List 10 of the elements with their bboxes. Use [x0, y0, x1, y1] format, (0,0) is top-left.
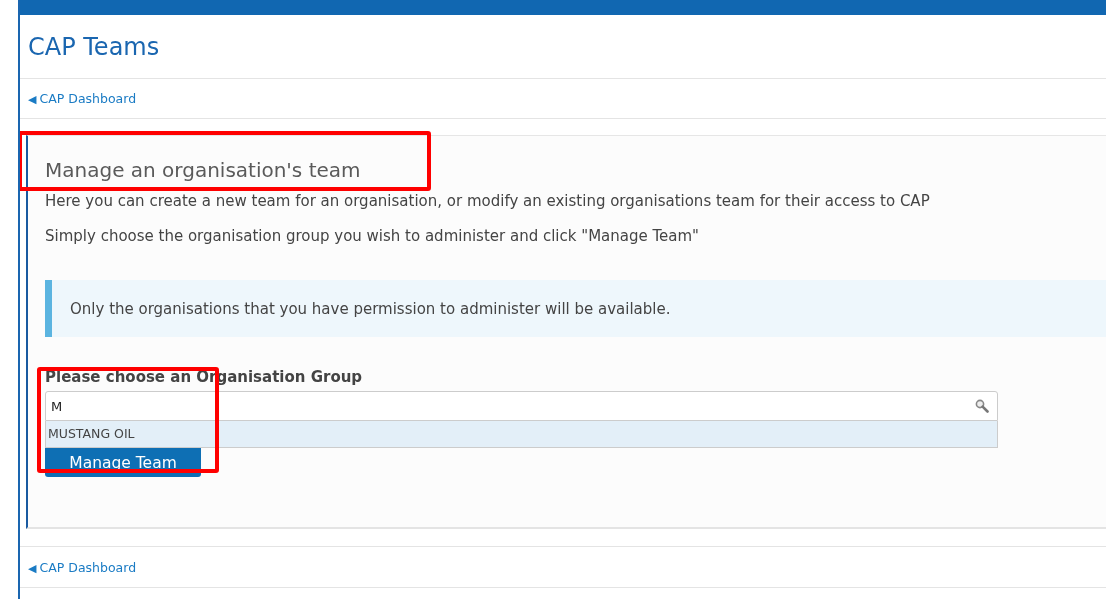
dashboard-link[interactable]: ◀ CAP Dashboard [28, 559, 137, 575]
search-field[interactable]: M [45, 391, 998, 421]
suggestion-item[interactable]: MUSTANG OIL [45, 421, 998, 448]
description-text: Here you can create a new team for an organisation, or modify an existing organisations team for their access to CAP [45, 191, 931, 212]
info-text: Only the organisations that you have permission to administer will be available. [70, 299, 671, 318]
dashboard-link[interactable]: ◀ CAP Dashboard [28, 91, 137, 106]
panel-heading: Manage an organisation's team [45, 157, 362, 184]
search-icon [975, 399, 989, 413]
page-title: CAP Teams [28, 32, 160, 61]
description-text: Simply choose the organisation group you wish to administer and click "Manage Team" [45, 226, 701, 247]
